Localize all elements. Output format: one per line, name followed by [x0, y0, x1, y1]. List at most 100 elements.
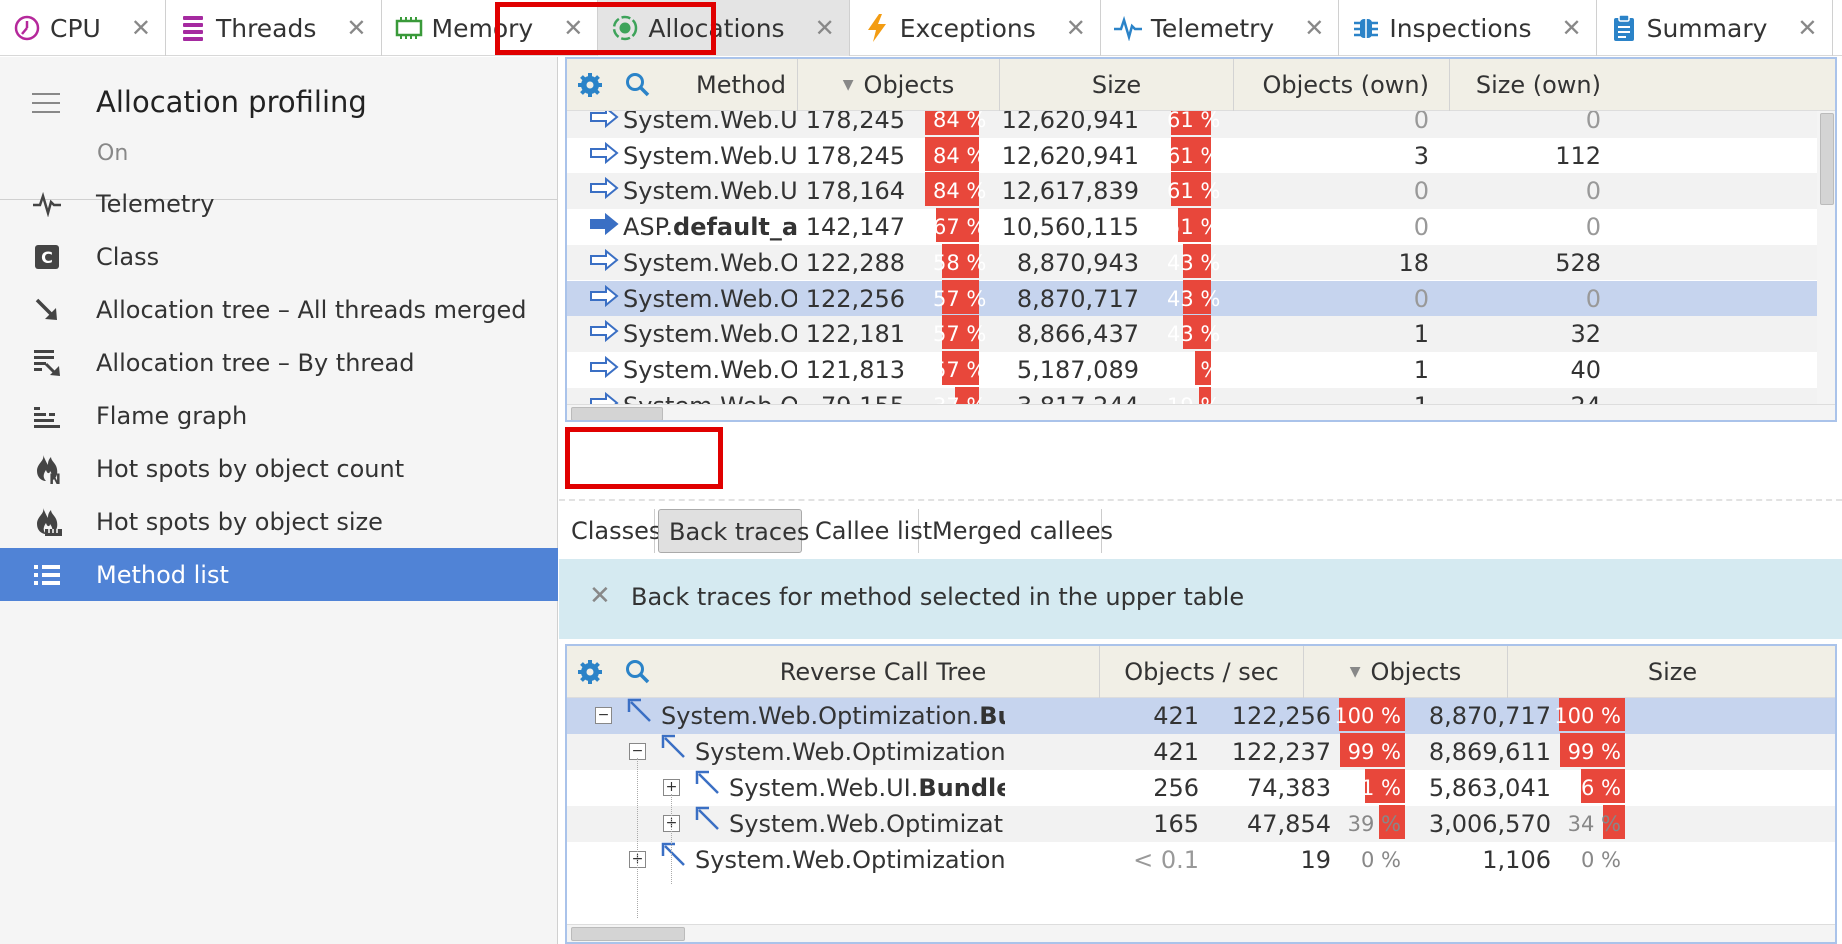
objects-value: 19 — [1300, 846, 1331, 874]
method-namespace: System.Web.UI. — [729, 774, 919, 802]
lower-hscroll-thumb[interactable] — [571, 927, 685, 941]
sidebar-item-flame-graph[interactable]: Flame graph — [0, 389, 558, 442]
method-namespace: System.Web.Optimization. — [695, 846, 1005, 874]
close-icon[interactable]: ✕ — [589, 581, 611, 611]
close-icon[interactable]: ✕ — [1797, 14, 1817, 42]
close-icon[interactable]: ✕ — [815, 14, 835, 42]
table-row[interactable]: System.Web.UI.P 178,245 84 % 12,620,941 … — [567, 136, 1817, 174]
tab-memory[interactable]: Memory ✕ — [382, 0, 599, 56]
sidebar-item-label: Class — [96, 242, 160, 271]
method-namespace: System.Web.Optimization. — [661, 702, 980, 730]
column-objects-per-sec[interactable]: Objects / sec — [1099, 646, 1303, 698]
back-trace-arrow-icon — [659, 731, 691, 773]
column-size-own[interactable]: Size (own) — [1449, 59, 1621, 111]
column-size[interactable]: Size — [1507, 646, 1835, 698]
collapse-icon[interactable]: − — [595, 707, 612, 724]
flame-graph-icon — [28, 397, 66, 435]
column-method[interactable]: Method — [685, 59, 797, 111]
sidebar-item-hot-spots-by-object-size[interactable]: Hot spots by object size — [0, 495, 558, 548]
tab-inspections[interactable]: Inspections ✕ — [1339, 0, 1597, 56]
svg-text:N: N — [49, 472, 61, 485]
close-icon[interactable]: ✕ — [1561, 14, 1581, 42]
search-icon[interactable] — [625, 59, 655, 111]
table-row[interactable]: System.Web.Opt 121,813 57 % 5,187,089 25… — [567, 350, 1817, 388]
table-row[interactable]: System.Web.UI.P 178,164 84 % 12,617,839 … — [567, 172, 1817, 210]
close-icon[interactable]: ✕ — [346, 14, 366, 42]
upper-hscroll-thumb[interactable] — [571, 407, 663, 420]
sidebar-item-allocation-tree-by-thread[interactable]: Allocation tree – By thread — [0, 336, 558, 389]
hamburger-menu-icon[interactable] — [32, 93, 60, 113]
tab-summary[interactable]: Summary ✕ — [1597, 0, 1833, 56]
upper-table-header: Method ▼ Objects Size Objects (own) Size … — [567, 59, 1835, 111]
objects-percent-cell: 37 % — [925, 385, 986, 404]
tab-exceptions[interactable]: Exceptions ✕ — [850, 0, 1101, 56]
info-banner-text: Back traces for method selected in the u… — [631, 583, 1245, 611]
table-row[interactable]: System.Web.Opt 122,256 57 % 8,870,717 43… — [567, 279, 1817, 317]
objects-value: 79,155 — [797, 385, 905, 404]
cpu-clock-icon — [12, 13, 42, 43]
upper-vscroll-thumb[interactable] — [1820, 113, 1834, 205]
tab-allocations[interactable]: Allocations ✕ — [598, 0, 850, 56]
sidebar-item-hot-spots-by-object-count[interactable]: N Hot spots by object count — [0, 442, 558, 495]
column-objects[interactable]: ▼ Objects — [797, 59, 999, 111]
tree-row[interactable]: + System.Web.Optimization.Bund < 0.1 19 … — [567, 839, 1835, 881]
tab-label: Inspections — [1389, 13, 1532, 43]
table-row[interactable]: ASP.default_asp 142,147 67 % 10,560,115 … — [567, 208, 1817, 245]
tree-row[interactable]: + System.Web.UI.BundleRefle 256 74,383 6… — [567, 769, 1835, 806]
table-row[interactable]: System.Web.Opt 122,288 58 % 8,870,943 43… — [567, 243, 1817, 281]
column-size[interactable]: Size — [999, 59, 1233, 111]
subtab-callee-list[interactable]: Callee list — [805, 509, 932, 553]
hotspot-count-icon: N — [28, 450, 66, 488]
thread-tree-icon — [28, 344, 66, 382]
method-namespace: ASP. — [623, 213, 674, 242]
sidebar-item-method-list[interactable]: Method list — [0, 548, 558, 601]
tab-threads[interactable]: Threads ✕ — [166, 0, 382, 56]
call-tree-method: System.Web.Optimization.Bund — [695, 839, 1005, 881]
upper-horizontal-scrollbar[interactable] — [567, 404, 1835, 420]
size-percent-cell: 19 % — [1167, 385, 1220, 404]
objects-per-sec-value: < 0.1 — [1133, 846, 1199, 874]
close-icon[interactable]: ✕ — [131, 14, 151, 42]
close-icon[interactable]: ✕ — [563, 14, 583, 42]
tree-row[interactable]: − System.Web.Optimization.Bundle. 421 12… — [567, 698, 1835, 734]
tab-telemetry[interactable]: Telemetry ✕ — [1101, 0, 1340, 56]
tree-row[interactable]: − System.Web.Optimization.Bund 421 122,2… — [567, 731, 1835, 773]
size-value: 1,106 — [1482, 846, 1551, 874]
profiling-status[interactable]: On — [97, 141, 128, 166]
tree-row[interactable]: + System.Web.Optimization.As 165 47,854 … — [567, 805, 1835, 842]
tab-cpu[interactable]: CPU ✕ — [0, 0, 166, 56]
column-objects-label: Objects — [863, 71, 955, 99]
sidebar-item-allocation-tree-all-threads-merged[interactable]: Allocation tree – All threads merged — [0, 283, 558, 336]
hotspot-size-icon — [28, 503, 66, 541]
sidebar-item-class[interactable]: C Class — [0, 230, 558, 283]
upper-vertical-scrollbar[interactable] — [1817, 111, 1835, 404]
sidebar-item-label: Telemetry — [96, 189, 215, 218]
close-icon[interactable]: ✕ — [1304, 14, 1324, 42]
search-icon[interactable] — [625, 646, 655, 698]
subtab-merged-callees[interactable]: Merged callees — [922, 509, 1113, 553]
column-reverse-call-tree[interactable]: Reverse Call Tree — [667, 646, 1099, 698]
sidebar-item-telemetry[interactable]: Telemetry — [0, 177, 558, 230]
method-namespace: System.Web.Opt — [623, 392, 797, 404]
settings-gear-icon[interactable] — [577, 646, 607, 698]
column-objects[interactable]: ▼ Objects — [1303, 646, 1507, 698]
view-tab-bar: CPU ✕ Threads ✕ Memory ✕ Allocations ✕ E… — [0, 0, 1842, 56]
settings-gear-icon[interactable] — [577, 59, 607, 111]
sidebar-item-label: Allocation tree – All threads merged — [96, 295, 527, 324]
lower-horizontal-scrollbar[interactable] — [567, 924, 1835, 942]
sidebar-item-label: Hot spots by object count — [96, 454, 405, 483]
method-namespace: System.Web.Optimization. — [695, 738, 1005, 766]
objects-percent-cell: 0 % — [1339, 839, 1405, 881]
back-traces-table: Reverse Call Tree Objects / sec ▼ Objects… — [565, 644, 1837, 944]
table-row[interactable]: System.Web.UI.P 178,245 84 % 12,620,941 … — [567, 111, 1817, 138]
detail-view-tabs: Classes Back traces Callee list Merged call… — [559, 499, 1842, 555]
objects-percent-text: 0 % — [1361, 848, 1401, 872]
subtab-back-traces[interactable]: Back traces — [658, 509, 809, 553]
subtab-classes[interactable]: Classes — [561, 509, 661, 553]
column-objects-own[interactable]: Objects (own) — [1233, 59, 1449, 111]
table-row[interactable]: System.Web.Opt 122,181 57 % 8,866,437 43… — [567, 315, 1817, 352]
close-icon[interactable]: ✕ — [1066, 14, 1086, 42]
list-icon — [28, 556, 66, 594]
sort-descending-icon: ▼ — [842, 77, 854, 93]
table-row[interactable]: System.Web.Opt 79,155 37 % 3,817,244 19 … — [567, 385, 1817, 404]
